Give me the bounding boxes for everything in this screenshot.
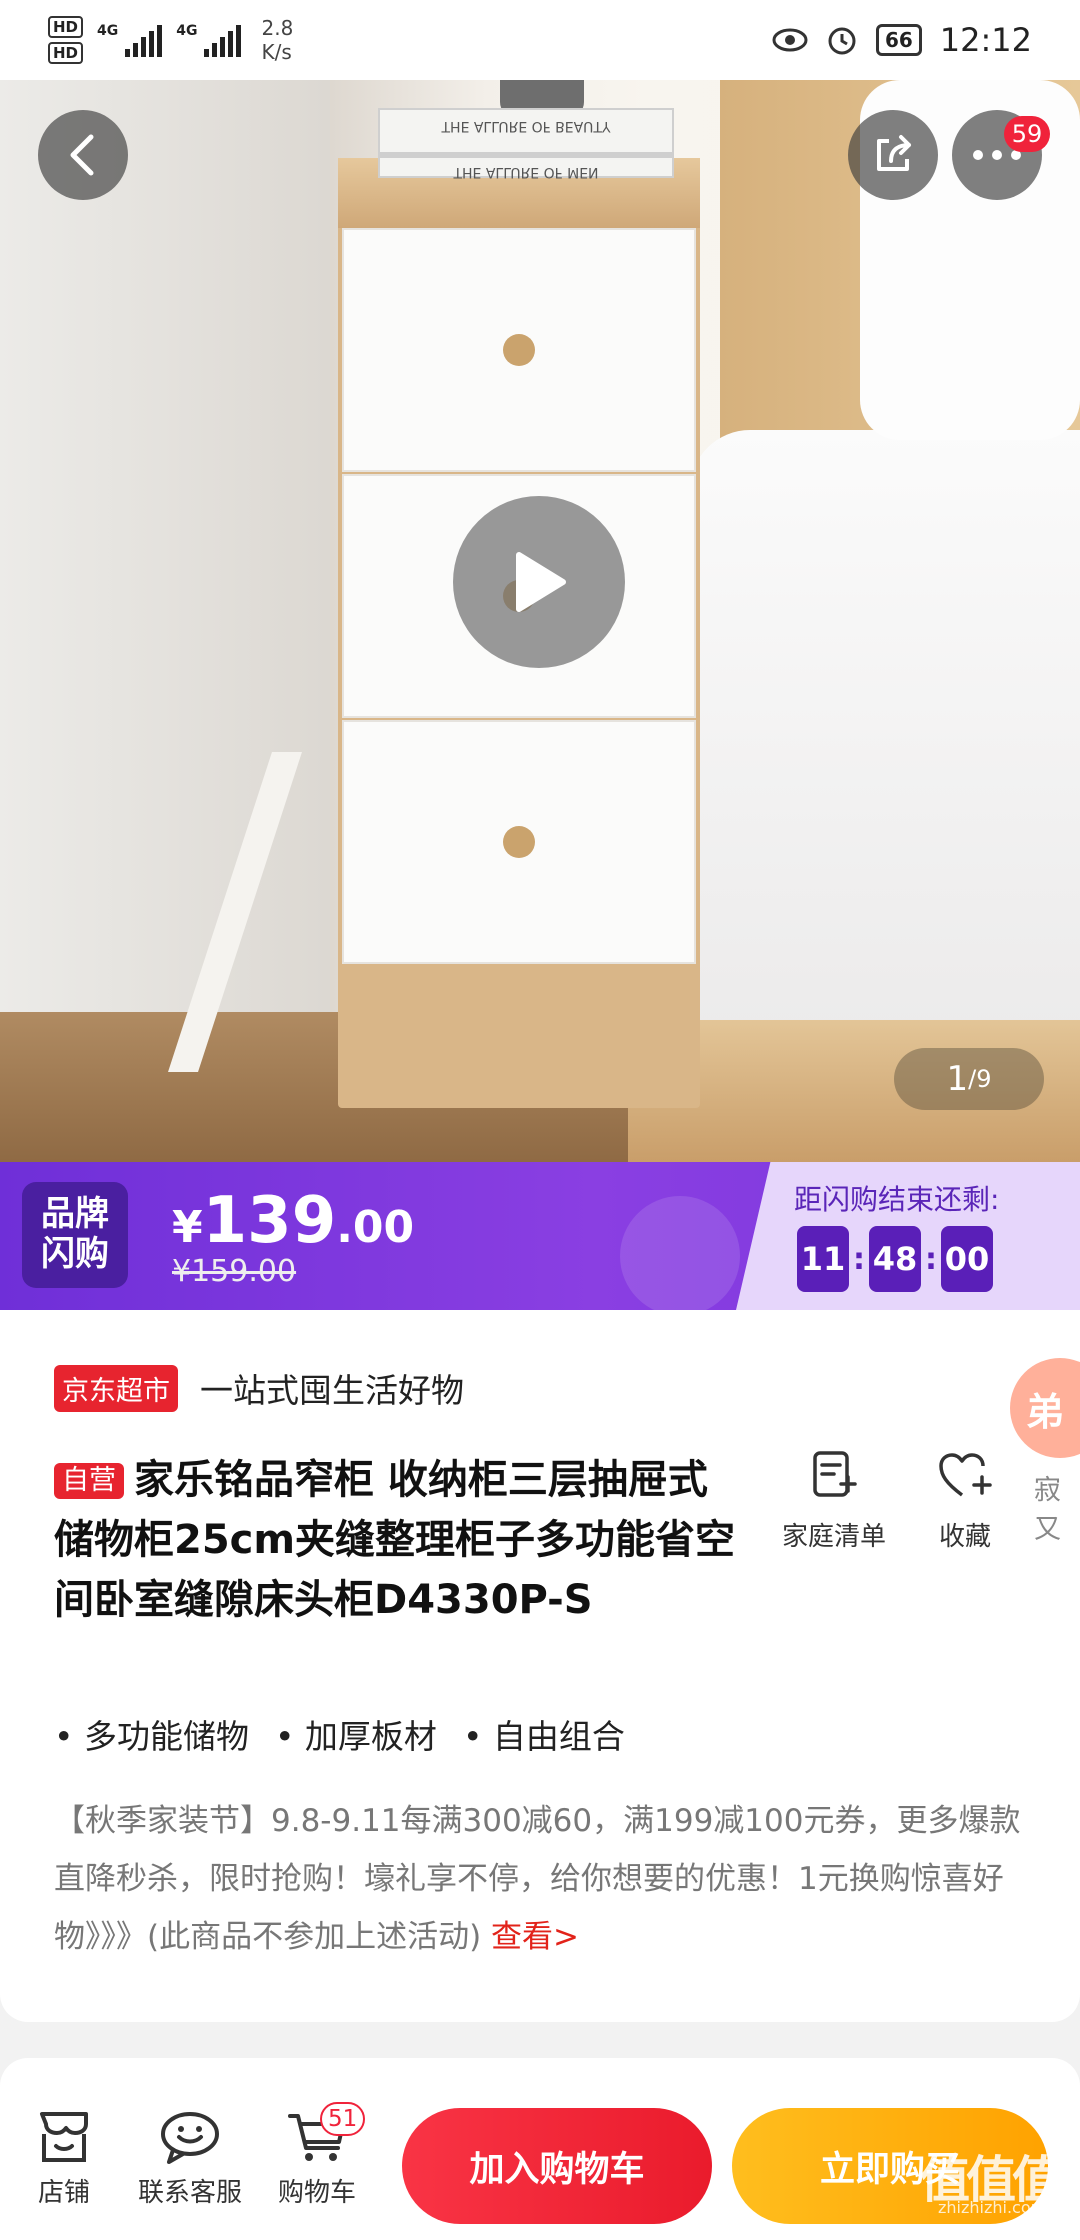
hd1-label: HD <box>48 16 84 38</box>
play-video-button[interactable] <box>453 496 625 668</box>
countdown-timer: 11 : 48 : 00 <box>797 1226 993 1292</box>
side-promo-caption: 寂又 <box>1034 1475 1061 1545</box>
play-icon <box>516 552 566 612</box>
price-currency: ¥ <box>172 1202 203 1253</box>
signal-icon-2: 4G <box>176 23 242 57</box>
network-type-label: 4G <box>97 23 119 39</box>
hd-indicator: HD HD <box>48 16 84 64</box>
feature-list: • 多功能储物 • 加厚板材 • 自由组合 <box>54 1710 625 1758</box>
list-add-icon <box>813 1451 857 1497</box>
feature-item: • 自由组合 <box>462 1717 625 1756</box>
battery-icon: 66 <box>875 24 922 56</box>
family-list-button[interactable]: 家庭清单 <box>782 1448 886 1553</box>
site-watermark: 值值值 zhizhizhi.com <box>920 2140 1062 2217</box>
promo-view-link[interactable]: 查看> <box>491 1919 579 1955</box>
share-icon <box>877 135 911 171</box>
customer-service-label: 联系客服 <box>138 2178 243 2208</box>
customer-service-button[interactable]: 联系客服 <box>138 2110 242 2209</box>
feature-item: • 多功能储物 <box>54 1717 249 1756</box>
bottom-action-bar: 店铺 联系客服 购物车 51 加入购物车 立即购买 <box>0 2058 1080 2240</box>
product-image-carousel[interactable]: THE ALLURE OF BEAUTY THE ALLURE OF MEN 5… <box>0 80 1080 1162</box>
photo-bed <box>690 430 1080 1030</box>
photo-wall <box>0 80 330 1162</box>
photo-books: THE ALLURE OF BEAUTY THE ALLURE OF MEN <box>378 108 674 180</box>
flash-tag-line1: 品牌 <box>41 1194 109 1234</box>
chat-bubble-icon <box>161 2112 219 2164</box>
add-to-cart-button[interactable]: 加入购物车 <box>402 2108 712 2224</box>
chevron-left-icon <box>70 134 94 176</box>
store-slogan: 一站式囤生活好物 <box>200 1371 464 1410</box>
flash-sale-banner: 品牌 闪购 ¥ 139 .00 ¥159.00 距闪购结束还剩: 11 : 48… <box>0 1162 1080 1316</box>
product-title-text: 家乐铭品窄柜 收纳柜三层抽屉式储物柜25cm夹缝整理柜子多功能省空间卧室缝隙床头… <box>54 1457 736 1623</box>
original-price: ¥159.00 <box>172 1254 297 1289</box>
back-button[interactable] <box>38 110 128 200</box>
hd2-label: HD <box>48 42 84 64</box>
message-badge: 59 <box>1004 116 1050 152</box>
promo-text: 【秋季家装节】9.8-9.11每满300减60，满199减100元券，更多爆款直… <box>54 1792 1026 1966</box>
countdown-hours: 11 <box>797 1226 849 1292</box>
favorite-button[interactable]: 收藏 <box>938 1448 992 1553</box>
brand-flash-tag: 品牌 闪购 <box>22 1182 128 1288</box>
price-decimal: .00 <box>336 1202 415 1253</box>
share-button[interactable] <box>848 110 938 200</box>
countdown-seconds: 00 <box>941 1226 993 1292</box>
product-info-card: 京东超市 一站式囤生活好物 弟 寂又 自营 家乐铭品窄柜 收纳柜三层抽屉式储物柜2… <box>0 1310 1080 2022</box>
book-spine-text: THE ALLURE OF MEN <box>453 164 599 180</box>
store-tag: 京东超市 <box>54 1364 178 1412</box>
self-operated-tag: 自营 <box>54 1463 124 1499</box>
lightning-icon <box>620 1196 740 1316</box>
flash-tag-line2: 闪购 <box>41 1234 109 1274</box>
store-nav-label: 店铺 <box>37 2178 90 2208</box>
side-promo-bubble[interactable]: 弟 <box>1010 1358 1080 1458</box>
network-speed: 2.8 K/s <box>261 16 293 64</box>
product-detail-page: HD HD 4G 4G 2.8 K/s 66 12:12 THE ALLURE … <box>0 0 1080 2240</box>
sale-price: ¥ 139 .00 <box>172 1184 414 1258</box>
cart-nav-label: 购物车 <box>278 2178 357 2208</box>
price-integer: 139 <box>202 1184 337 1258</box>
image-total: /9 <box>968 1065 992 1093</box>
speed-unit: K/s <box>261 40 292 64</box>
image-counter: 1/9 <box>894 1048 1044 1110</box>
store-row[interactable]: 京东超市 一站式囤生活好物 <box>54 1364 464 1412</box>
cart-count-badge: 51 <box>320 2102 366 2136</box>
more-dots-icon <box>973 150 1021 160</box>
status-left: HD HD 4G 4G 2.8 K/s <box>48 16 293 64</box>
status-right: 66 12:12 <box>772 21 1032 59</box>
speed-value: 2.8 <box>261 16 294 40</box>
favorite-label: 收藏 <box>938 1522 991 1552</box>
eye-icon <box>772 28 808 52</box>
family-list-label: 家庭清单 <box>782 1522 887 1552</box>
alarm-icon <box>828 27 856 55</box>
product-title: 自营 家乐铭品窄柜 收纳柜三层抽屉式储物柜25cm夹缝整理柜子多功能省空间卧室缝隙… <box>54 1450 744 1630</box>
heart-add-icon <box>939 1453 992 1497</box>
store-icon <box>40 2112 88 2162</box>
feature-item: • 加厚板材 <box>274 1717 437 1756</box>
clock: 12:12 <box>939 21 1032 59</box>
countdown-minutes: 48 <box>869 1226 921 1292</box>
signal-icon-1: 4G <box>97 23 163 57</box>
cart-nav-button[interactable]: 购物车 51 <box>278 2102 366 2209</box>
countdown-label: 距闪购结束还剩: <box>794 1183 1000 1216</box>
network-type-label: 4G <box>176 23 198 39</box>
watermark-url: zhizhizhi.com <box>938 2198 1047 2217</box>
store-nav-button[interactable]: 店铺 <box>36 2110 92 2209</box>
book-spine-text: THE ALLURE OF BEAUTY <box>441 118 611 134</box>
image-index: 1 <box>946 1059 969 1099</box>
status-bar: HD HD 4G 4G 2.8 K/s 66 12:12 <box>0 0 1080 80</box>
